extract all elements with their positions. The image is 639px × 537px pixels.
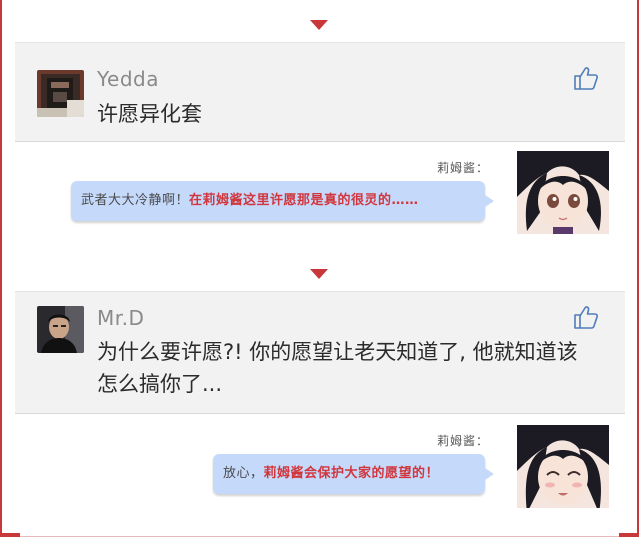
frame-left-border (0, 0, 2, 537)
comment-card: Yedda 许愿异化套 (15, 42, 625, 142)
thumbs-up-icon[interactable] (573, 65, 599, 91)
reply-highlight-text: 莉姆酱会保护大家的愿望的！ (263, 466, 440, 481)
separator-triangle-icon (310, 269, 328, 279)
thumbs-up-icon[interactable] (573, 304, 599, 330)
frame-corner-right (619, 533, 639, 537)
frame-corner-left (0, 533, 20, 537)
comment-text: 许愿异化套 (97, 102, 202, 126)
reply-text: 武者大大冷静啊！ (81, 193, 190, 208)
anime-girl-avatar-icon (517, 425, 609, 508)
reply-author: 莉姆酱： (436, 161, 489, 175)
anime-girl-avatar-icon (517, 151, 609, 234)
reply-bubble: 武者大大冷静啊！在莉姆酱这里许愿那是真的很灵的…… (71, 181, 494, 221)
reply-bubble: 放心，莉姆酱会保护大家的愿望的！ (213, 454, 494, 494)
comment-username[interactable]: Mr.D (97, 306, 144, 330)
comment-text: 为什么要许愿?! 你的愿望让老天知道了, 他就知道该怎么搞你了... (97, 340, 578, 396)
separator-triangle-icon (310, 20, 328, 30)
reply-author: 莉姆酱： (436, 434, 489, 448)
avatar[interactable] (37, 70, 84, 117)
avatar[interactable] (37, 306, 84, 353)
reply-highlight-text: 在莉姆酱这里许愿那是真的很灵的…… (189, 193, 419, 208)
comment-card: Mr.D 为什么要许愿?! 你的愿望让老天知道了, 他就知道该怎么搞你了... (15, 291, 625, 414)
reply-text: 放心， (223, 466, 264, 481)
comment-username[interactable]: Yedda (97, 67, 159, 91)
